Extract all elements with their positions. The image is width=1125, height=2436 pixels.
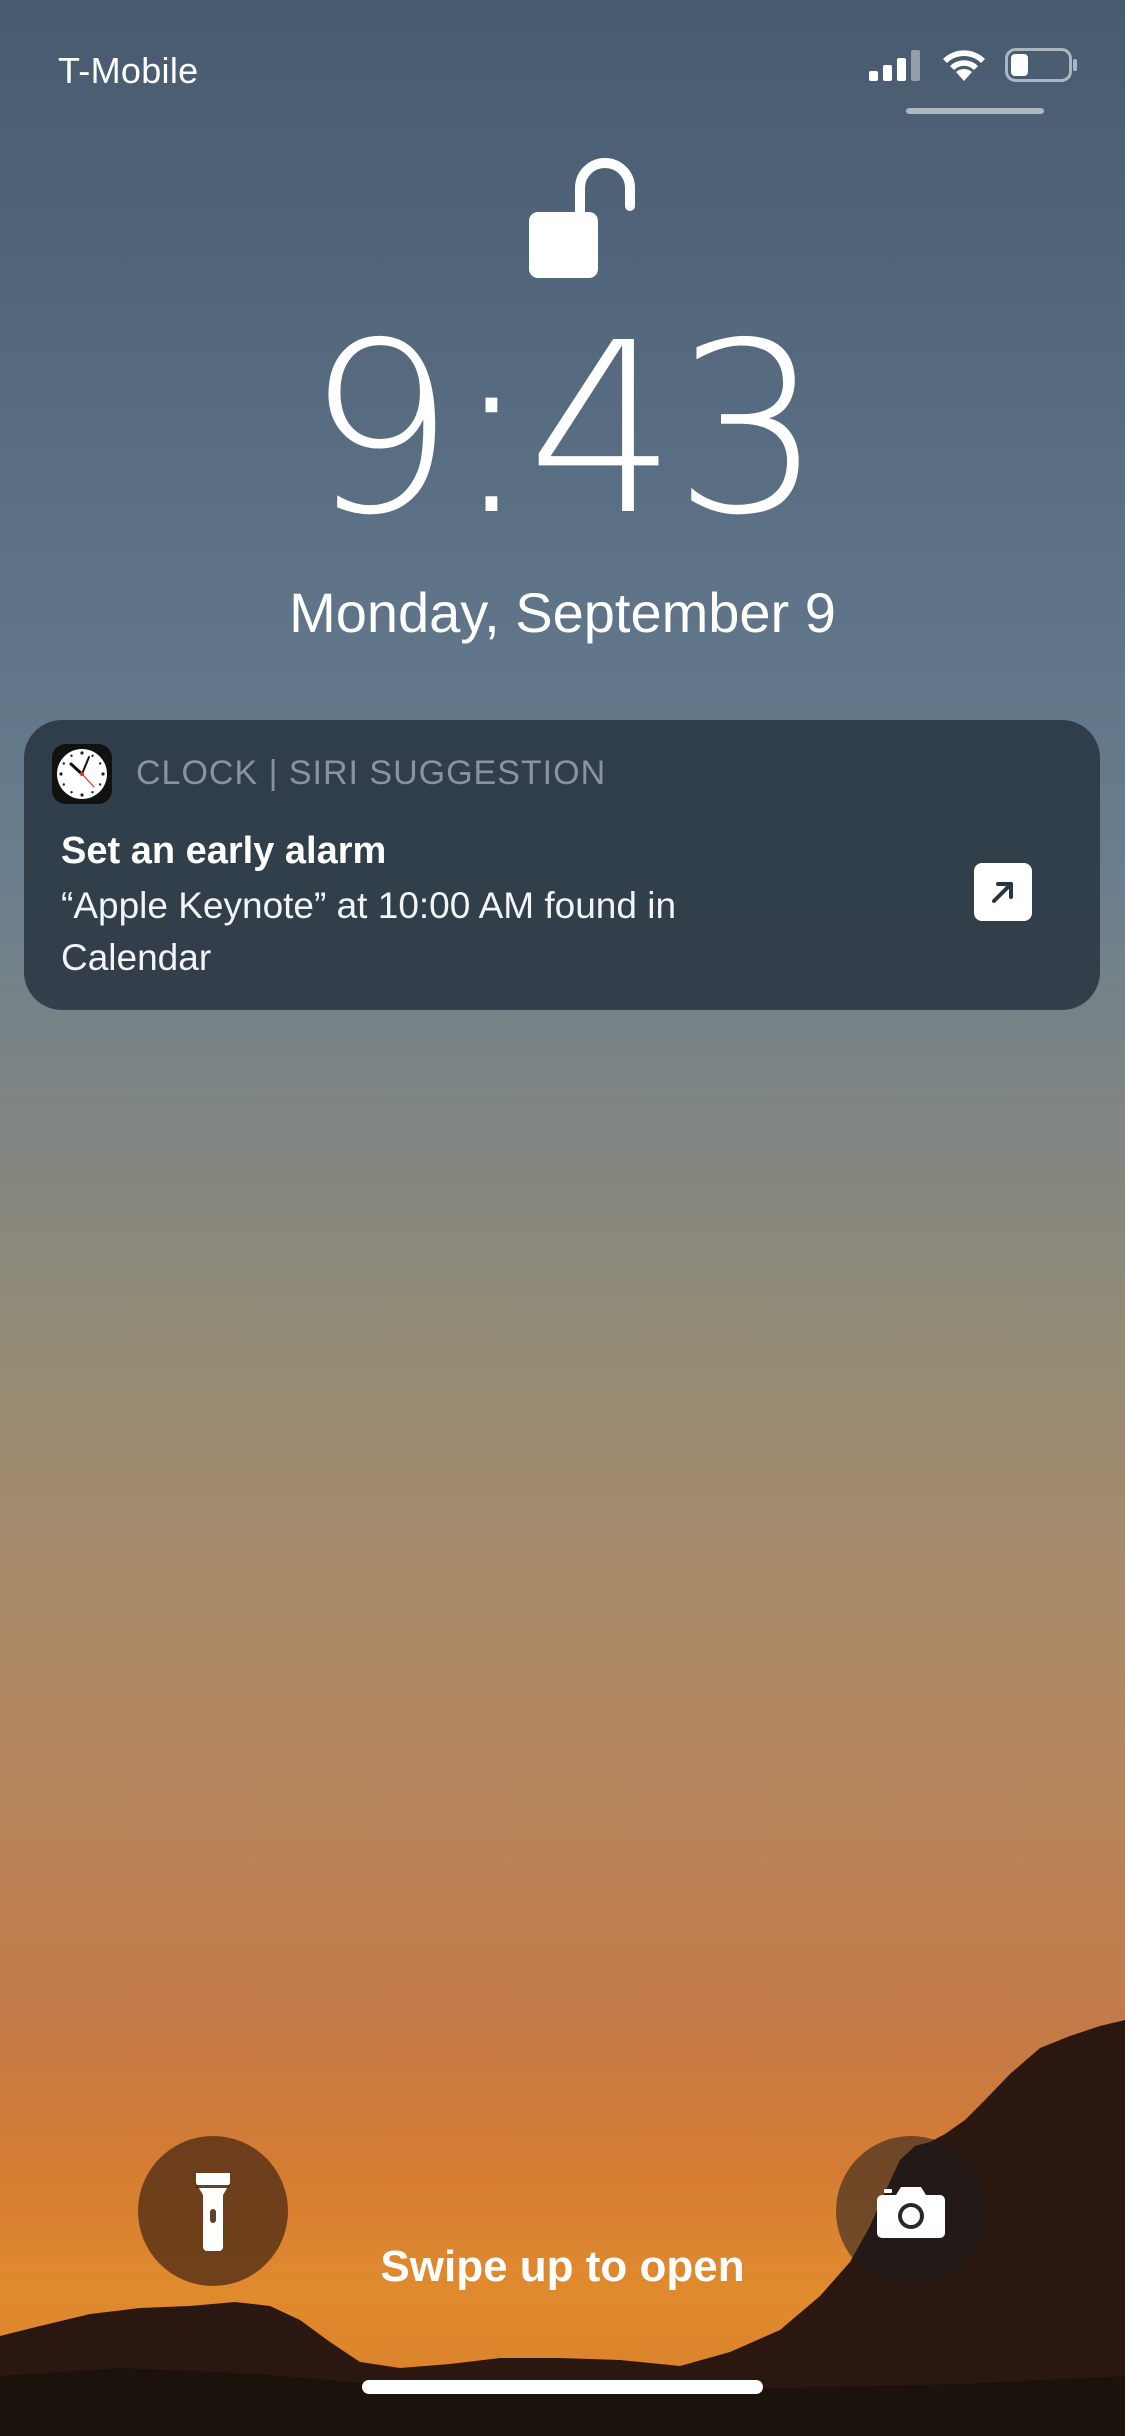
siri-suggestion-notification[interactable]: CLOCK | SIRI SUGGESTION Set an early ala… — [24, 720, 1100, 1010]
lock-screen-time: 9:43 — [305, 292, 824, 567]
camera-icon — [877, 2187, 945, 2238]
notification-title: Set an early alarm — [61, 830, 387, 872]
cellular-signal-icon — [869, 50, 920, 81]
notification-app-name: CLOCK | SIRI SUGGESTION — [136, 754, 607, 792]
carrier-name: T-Mobile — [58, 50, 199, 91]
status-bar: T-Mobile — [0, 0, 1125, 140]
unlocked-padlock-icon — [529, 158, 635, 278]
flashlight-icon — [196, 2173, 230, 2251]
swipe-up-hint: Swipe up to open — [380, 2242, 745, 2291]
clock-app-icon — [52, 744, 112, 804]
wifi-icon — [943, 50, 985, 81]
open-arrow-icon — [992, 882, 1013, 903]
lock-screen-date: Monday, September 9 — [289, 581, 836, 644]
home-indicator[interactable] — [362, 2380, 763, 2394]
control-center-indicator[interactable] — [906, 108, 1044, 114]
notification-body: “Apple Keynote” at 10:00 AM found in Cal… — [61, 885, 677, 978]
status-icons — [869, 48, 1079, 82]
battery-icon — [1005, 48, 1077, 82]
open-suggestion-button[interactable] — [974, 863, 1032, 921]
